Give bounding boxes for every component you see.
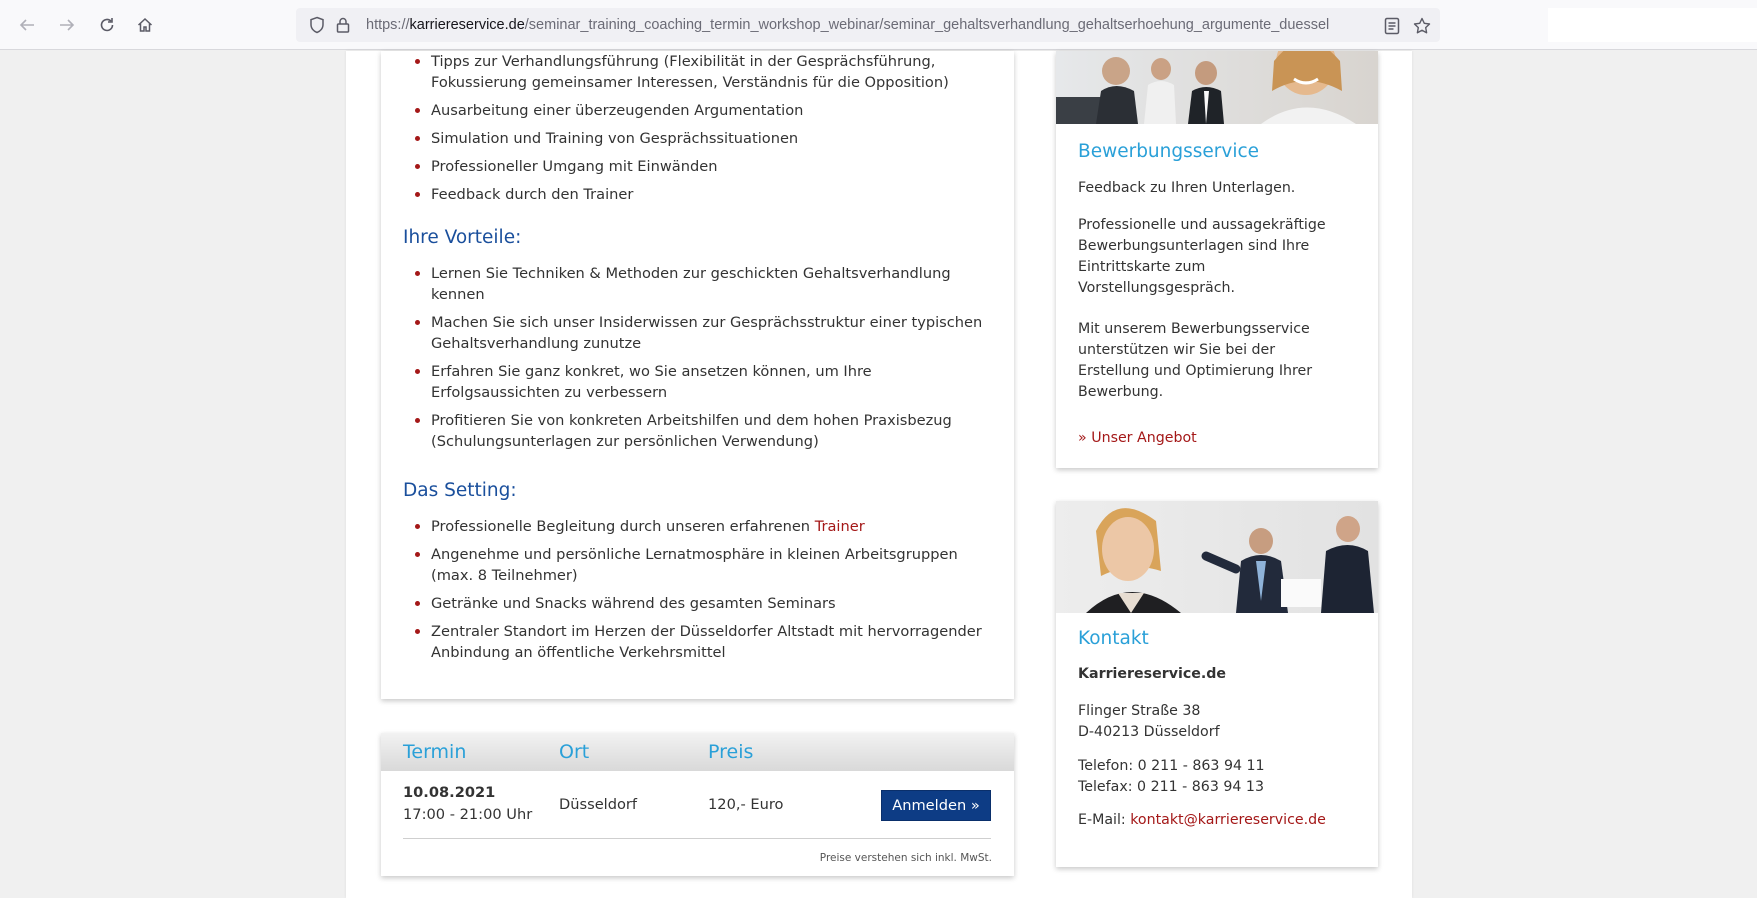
browser-toolbar: https://karriereservice.de/seminar_train…: [0, 0, 1757, 50]
bewerbungsservice-card: Bewerbungsservice Feedback zu Ihren Unte…: [1056, 51, 1378, 468]
back-arrow-icon[interactable]: [12, 10, 42, 40]
divider: [403, 838, 991, 839]
list-item: Tipps zur Verhandlungsführung (Flexibili…: [403, 51, 1003, 93]
kontakt-email: E-Mail: kontakt@karriereservice.de: [1078, 812, 1326, 828]
bewerbungsservice-p2: Professionelle und aussagekräftige Bewerb…: [1078, 217, 1326, 296]
setting-heading: Das Setting:: [403, 480, 517, 501]
list-item: Erfahren Sie ganz konkret, wo Sie ansetz…: [403, 361, 1003, 403]
list-item: Angenehme und persönliche Lernatmosphäre…: [403, 544, 1003, 586]
intro-list: Tipps zur Verhandlungsführung (Flexibili…: [403, 51, 1003, 205]
lock-icon[interactable]: [334, 16, 352, 34]
termin-preis: 120,- Euro: [708, 796, 784, 813]
bewerbungsservice-title: Bewerbungsservice: [1078, 141, 1260, 162]
list-item: Machen Sie sich unser Insiderwissen zur …: [403, 312, 1003, 354]
termin-ort: Düsseldorf: [559, 796, 638, 813]
setting-list: Professionelle Begleitung durch unseren …: [403, 516, 1003, 663]
vorteile-heading: Ihre Vorteile:: [403, 227, 522, 248]
column-header-preis: Preis: [708, 741, 754, 763]
kontakt-phone-fax: Telefon: 0 211 - 863 94 11 Telefax: 0 211…: [1078, 758, 1265, 795]
trainer-link[interactable]: Trainer: [815, 518, 865, 535]
reader-view-icon[interactable]: [1382, 16, 1402, 36]
kontakt-image: [1056, 501, 1378, 613]
forward-arrow-icon[interactable]: [52, 10, 82, 40]
list-item: Getränke und Snacks während des gesamten…: [403, 593, 1003, 614]
bewerbungsservice-p1: Feedback zu Ihren Unterlagen.: [1078, 180, 1296, 196]
anmelden-button[interactable]: Anmelden »: [881, 790, 991, 821]
shield-icon[interactable]: [308, 16, 326, 34]
vorteile-list: Lernen Sie Techniken & Methoden zur gesc…: [403, 263, 1003, 452]
unser-angebot-link[interactable]: » Unser Angebot: [1078, 428, 1363, 449]
list-item: Zentraler Standort im Herzen der Düsseld…: [403, 621, 1003, 663]
list-item: Profitieren Sie von konkreten Arbeitshil…: [403, 410, 1003, 452]
seminar-details-card: Tipps zur Verhandlungsführung (Flexibili…: [381, 51, 1014, 699]
list-item: Ausarbeitung einer überzeugenden Argumen…: [403, 100, 1003, 121]
column-header-termin: Termin: [403, 741, 467, 763]
list-item: Professioneller Umgang mit Einwänden: [403, 156, 1003, 177]
list-item: Lernen Sie Techniken & Methoden zur gesc…: [403, 263, 1003, 305]
bewerbungsservice-p3: Mit unserem Bewerbungsservice unterstütze…: [1078, 321, 1313, 400]
kontakt-address: Flinger Straße 38 D-40213 Düsseldorf: [1078, 703, 1220, 740]
toolbar-blank-area: [1548, 8, 1757, 42]
bookmark-star-icon[interactable]: [1412, 16, 1432, 36]
kontakt-card: Kontakt Karriereservice.de Flinger Straß…: [1056, 501, 1378, 867]
termin-table: Termin Ort Preis 10.08.2021 17:00 - 21:0…: [381, 733, 1014, 876]
list-item: Feedback durch den Trainer: [403, 184, 1003, 205]
email-link[interactable]: kontakt@karriereservice.de: [1130, 812, 1326, 828]
kontakt-title: Kontakt: [1078, 628, 1149, 649]
bewerbungsservice-image: [1056, 51, 1378, 124]
reload-icon[interactable]: [92, 10, 122, 40]
page-viewport: Tipps zur Verhandlungsführung (Flexibili…: [0, 51, 1757, 898]
home-icon[interactable]: [130, 10, 160, 40]
termin-table-header: Termin Ort Preis: [381, 733, 1014, 771]
address-bar[interactable]: https://karriereservice.de/seminar_train…: [296, 8, 1440, 42]
price-note: Preise verstehen sich inkl. MwSt.: [819, 852, 992, 864]
kontakt-company: Karriereservice.de: [1078, 666, 1227, 682]
termin-time: 17:00 - 21:00 Uhr: [403, 806, 533, 823]
url-text[interactable]: https://karriereservice.de/seminar_train…: [366, 17, 1376, 33]
list-item: Simulation und Training von Gesprächssit…: [403, 128, 1003, 149]
list-item: Professionelle Begleitung durch unseren …: [403, 516, 1003, 537]
column-header-ort: Ort: [559, 741, 590, 763]
termin-date: 10.08.2021: [403, 784, 496, 801]
